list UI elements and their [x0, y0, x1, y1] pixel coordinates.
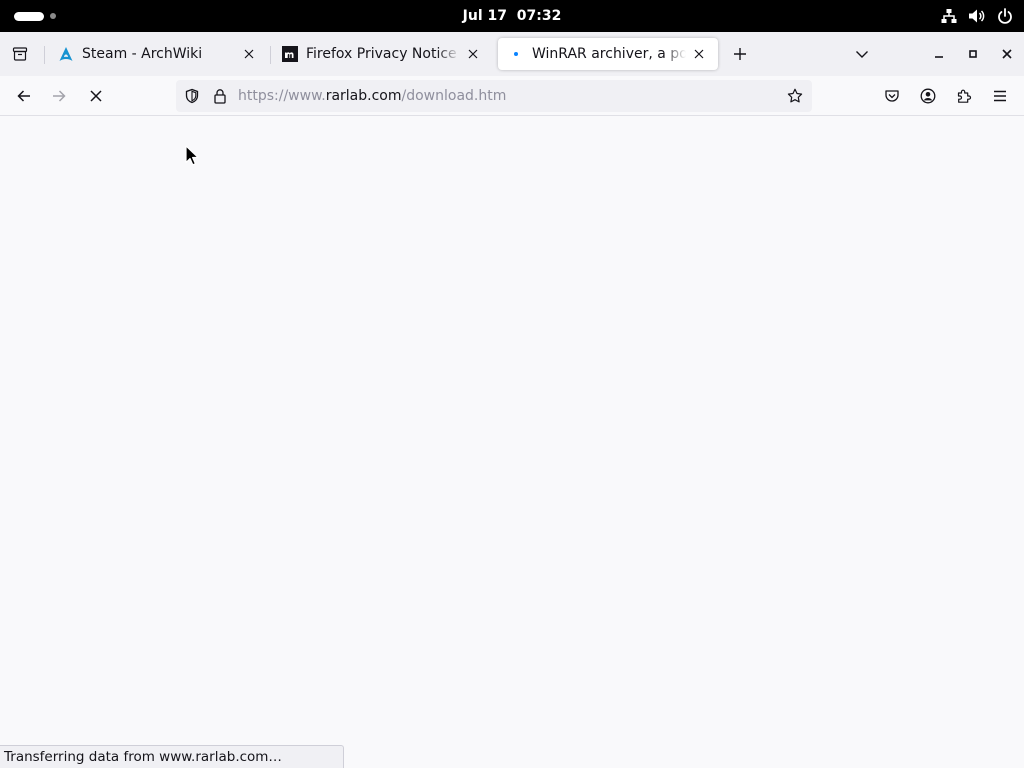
puzzle-piece-icon — [957, 89, 972, 103]
date-time-button[interactable]: Jul 17 07:32 — [463, 8, 562, 24]
system-top-bar: Jul 17 07:32 — [0, 0, 1024, 32]
page-content[interactable] — [0, 117, 1024, 768]
tab-title: Steam - ArchWiki — [82, 46, 203, 62]
power-icon[interactable] — [996, 7, 1014, 25]
bookmark-star-icon[interactable] — [786, 87, 804, 105]
volume-icon[interactable] — [968, 7, 986, 25]
tab-winrar-archiver[interactable]: WinRAR archiver, a powerful tool — [498, 38, 718, 70]
arrow-right-icon — [53, 90, 66, 102]
url-text[interactable]: https://www.rarlab.com/download.htm — [238, 80, 506, 112]
clock-time: 07:32 — [516, 8, 562, 24]
close-icon — [1002, 49, 1012, 59]
tab-steam-archwiki[interactable]: Steam - ArchWiki — [48, 38, 268, 70]
hamburger-menu-icon — [994, 90, 1006, 102]
url-path: /download.htm — [401, 88, 507, 104]
stop-loading-button[interactable] — [80, 80, 112, 112]
system-tray[interactable] — [940, 0, 1014, 32]
tab-title: WinRAR archiver, a powerful tool — [532, 46, 686, 62]
mouse-pointer-icon — [185, 145, 199, 166]
firefox-view-icon — [12, 47, 28, 61]
navigation-toolbar: https://www.rarlab.com/download.htm — [0, 76, 1024, 116]
mozilla-icon — [282, 46, 298, 62]
plus-icon — [734, 48, 746, 60]
maximize-window-button[interactable] — [959, 40, 987, 68]
tab-title: Firefox Privacy Notice — Mozilla — [306, 46, 460, 62]
extensions-button[interactable] — [948, 80, 980, 112]
arrow-left-icon — [17, 90, 30, 102]
firefox-view-button[interactable] — [6, 40, 34, 68]
tab-close-button[interactable] — [240, 45, 258, 63]
url-scheme: https://www. — [238, 88, 326, 104]
stop-icon — [90, 90, 102, 102]
new-tab-button[interactable] — [726, 40, 754, 68]
close-icon — [694, 49, 704, 59]
address-bar[interactable]: https://www.rarlab.com/download.htm — [176, 80, 812, 112]
clock: Jul 17 07:32 — [0, 0, 1024, 32]
tab-strip: Steam - ArchWiki Firefox Privacy Notice … — [0, 32, 1024, 76]
back-button[interactable] — [8, 80, 40, 112]
pocket-icon — [885, 90, 899, 102]
tab-firefox-privacy-notice[interactable]: Firefox Privacy Notice — Mozilla — [272, 38, 492, 70]
status-panel: Transferring data from www.rarlab.com… — [0, 745, 344, 768]
list-all-tabs-button[interactable] — [848, 40, 876, 68]
tracking-protection-shield-icon[interactable] — [183, 87, 201, 105]
pocket-button[interactable] — [876, 80, 908, 112]
close-icon — [468, 49, 478, 59]
forward-button[interactable] — [43, 80, 75, 112]
lock-icon[interactable] — [211, 87, 229, 105]
chevron-down-icon — [856, 51, 868, 58]
workspace-indicator — [50, 13, 56, 19]
tab-close-button[interactable] — [690, 45, 708, 63]
activities-button[interactable] — [14, 11, 56, 21]
maximize-icon — [969, 50, 977, 58]
minimize-window-button[interactable] — [925, 40, 953, 68]
app-menu-button[interactable] — [984, 80, 1016, 112]
account-icon — [920, 88, 936, 104]
tab-separator — [44, 46, 45, 64]
loading-dot-icon — [508, 46, 524, 62]
tab-separator — [270, 46, 271, 64]
close-icon — [244, 49, 254, 59]
workspace-indicator-active — [14, 11, 44, 21]
close-window-button[interactable] — [993, 40, 1021, 68]
account-button[interactable] — [912, 80, 944, 112]
clock-date: Jul 17 — [462, 8, 507, 24]
url-host: rarlab.com — [325, 88, 402, 104]
minimize-icon — [935, 56, 943, 58]
archwiki-icon — [58, 46, 74, 62]
network-wired-icon[interactable] — [940, 7, 958, 25]
tab-close-button[interactable] — [464, 45, 482, 63]
